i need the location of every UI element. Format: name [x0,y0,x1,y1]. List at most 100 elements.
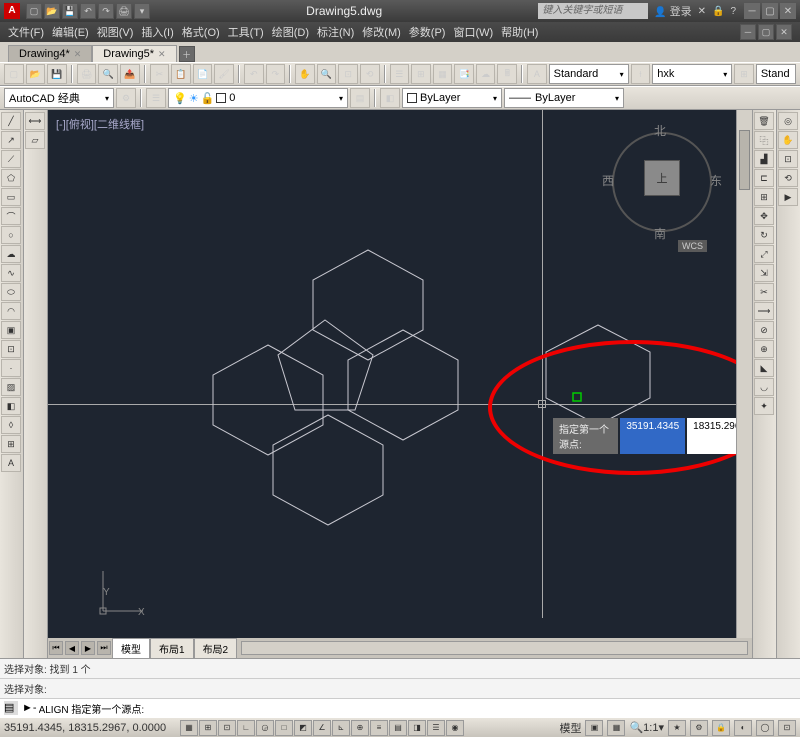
markup-icon[interactable]: ☁ [476,64,496,84]
break-icon[interactable]: ⊘ [754,321,774,339]
qat-more-icon[interactable]: ▾ [134,3,150,19]
close-button[interactable]: ✕ [780,3,796,19]
xline-icon[interactable]: ↗ [1,131,21,149]
coord-x-input[interactable]: 35191.4345 [620,418,685,454]
showmotion-icon[interactable]: ▶ [778,188,798,206]
layer-prop-icon[interactable]: ☰ [146,88,166,108]
help-search-input[interactable]: 键入关键字或短语 [538,3,648,19]
preview-icon[interactable]: 🔍 [98,64,118,84]
ucs-icon[interactable] [98,566,148,616]
compass-south[interactable]: 南 [654,225,666,242]
ellipse-arc-icon[interactable]: ◠ [1,302,21,320]
compass-west[interactable]: 西 [602,172,614,189]
doc-tab[interactable]: Drawing5*✕ [92,45,176,62]
zoom-prev-icon[interactable]: ⟲ [360,64,380,84]
exchange-icon[interactable]: ✕ [698,6,706,17]
new-tab-icon[interactable]: ＋ [179,46,195,62]
qat-save-icon[interactable]: 💾 [62,3,78,19]
dim-style-dropdown[interactable]: hxk▾ [652,64,732,84]
tab-prev-icon[interactable]: ◀ [65,641,79,655]
viewport-label[interactable]: [-][俯视][二维线框] [56,116,144,132]
zoom-extents-icon[interactable]: ⊡ [778,150,798,168]
table-style-icon[interactable]: ⊞ [734,64,754,84]
undo-icon[interactable]: ↶ [244,64,264,84]
hexagon-shape[interactable] [263,410,393,530]
ellipse-icon[interactable]: ⬭ [1,283,21,301]
matchprop-icon[interactable]: 🖌 [214,64,234,84]
menu-tools[interactable]: 工具(T) [228,24,264,40]
copy-obj-icon[interactable]: ⿻ [754,131,774,149]
pan-nav-icon[interactable]: ✋ [778,131,798,149]
textstyle-icon[interactable]: A [527,64,547,84]
chamfer-icon[interactable]: ◣ [754,359,774,377]
new-icon[interactable]: ▢ [4,64,24,84]
vertical-scrollbar[interactable] [736,110,752,638]
close-icon[interactable]: ✕ [158,49,166,59]
mirror-icon[interactable]: ▟ [754,150,774,168]
layout-tab[interactable]: 布局2 [194,638,238,659]
wcs-label[interactable]: WCS [678,240,707,252]
steering-wheel-icon[interactable]: ◎ [778,112,798,130]
line-icon[interactable]: ╱ [1,112,21,130]
tab-last-icon[interactable]: ⏭ [97,641,111,655]
qat-new-icon[interactable]: ▢ [26,3,42,19]
workspace-settings-icon[interactable]: ⚙ [116,88,136,108]
app-logo[interactable]: A [4,3,20,19]
qat-open-icon[interactable]: 📂 [44,3,60,19]
text-style-dropdown[interactable]: Standard▾ [549,64,629,84]
circle-icon[interactable]: ○ [1,226,21,244]
menu-window[interactable]: 窗口(W) [453,24,493,40]
menu-edit[interactable]: 编辑(E) [52,24,89,40]
designcenter-icon[interactable]: ⊞ [411,64,431,84]
array-icon[interactable]: ⊞ [754,188,774,206]
maximize-button[interactable]: ▢ [762,3,778,19]
area-icon[interactable]: ▱ [25,131,45,149]
scrollbar-thumb[interactable] [739,130,750,190]
menu-file[interactable]: 文件(F) [8,24,44,40]
gradient-icon[interactable]: ◧ [1,397,21,415]
qat-undo-icon[interactable]: ↶ [80,3,96,19]
dimstyle-icon[interactable]: ⟊ [631,64,651,84]
join-icon[interactable]: ⊕ [754,340,774,358]
fillet-icon[interactable]: ◡ [754,378,774,396]
table-icon[interactable]: ⊞ [1,435,21,453]
plot-icon[interactable]: 🖨 [77,64,97,84]
publish-icon[interactable]: 📤 [120,64,140,84]
minimize-button[interactable]: ─ [744,3,760,19]
properties-icon[interactable]: ☰ [390,64,410,84]
stayconnected-icon[interactable]: 🔒 [712,6,724,17]
explode-icon[interactable]: ✦ [754,397,774,415]
distance-icon[interactable]: ⟷ [25,112,45,130]
pan-icon[interactable]: ✋ [295,64,315,84]
point-icon[interactable]: · [1,359,21,377]
rotate-icon[interactable]: ↻ [754,226,774,244]
viewcube-top-face[interactable]: 上 [644,160,680,196]
polygon-icon[interactable]: ⬠ [1,169,21,187]
cut-icon[interactable]: ✂ [150,64,170,84]
extend-icon[interactable]: ⟶ [754,302,774,320]
compass-east[interactable]: 东 [710,172,722,189]
erase-icon[interactable]: 🗑 [754,112,774,130]
menu-parametric[interactable]: 参数(P) [409,24,446,40]
drawing-canvas[interactable]: [-][俯视][二维线框] 指定第一个源点: 35191.4345 18315.… [48,110,752,658]
color-dropdown[interactable]: ByLayer ▾ [402,88,502,108]
command-icon[interactable]: ▤ [4,701,18,715]
menu-help[interactable]: 帮助(H) [501,24,538,40]
layout-tab-model[interactable]: 模型 [112,638,150,659]
copy-icon[interactable]: 📋 [171,64,191,84]
linetype-dropdown[interactable]: —— ByLayer ▾ [504,88,624,108]
menu-view[interactable]: 视图(V) [97,24,134,40]
toolpalettes-icon[interactable]: ▦ [433,64,453,84]
menu-insert[interactable]: 插入(I) [141,24,173,40]
mdi-restore-icon[interactable]: ▢ [758,24,774,40]
menu-draw[interactable]: 绘图(D) [272,24,309,40]
rectangle-icon[interactable]: ▭ [1,188,21,206]
make-block-icon[interactable]: ⊡ [1,340,21,358]
redo-icon[interactable]: ↷ [266,64,286,84]
signin-link[interactable]: 👤 登录 [654,3,691,19]
color-icon[interactable]: ◧ [380,88,400,108]
arc-icon[interactable]: ⌒ [1,207,21,225]
close-icon[interactable]: ✕ [74,49,82,59]
zoom-icon[interactable]: 🔍 [317,64,337,84]
mdi-close-icon[interactable]: ✕ [776,24,792,40]
